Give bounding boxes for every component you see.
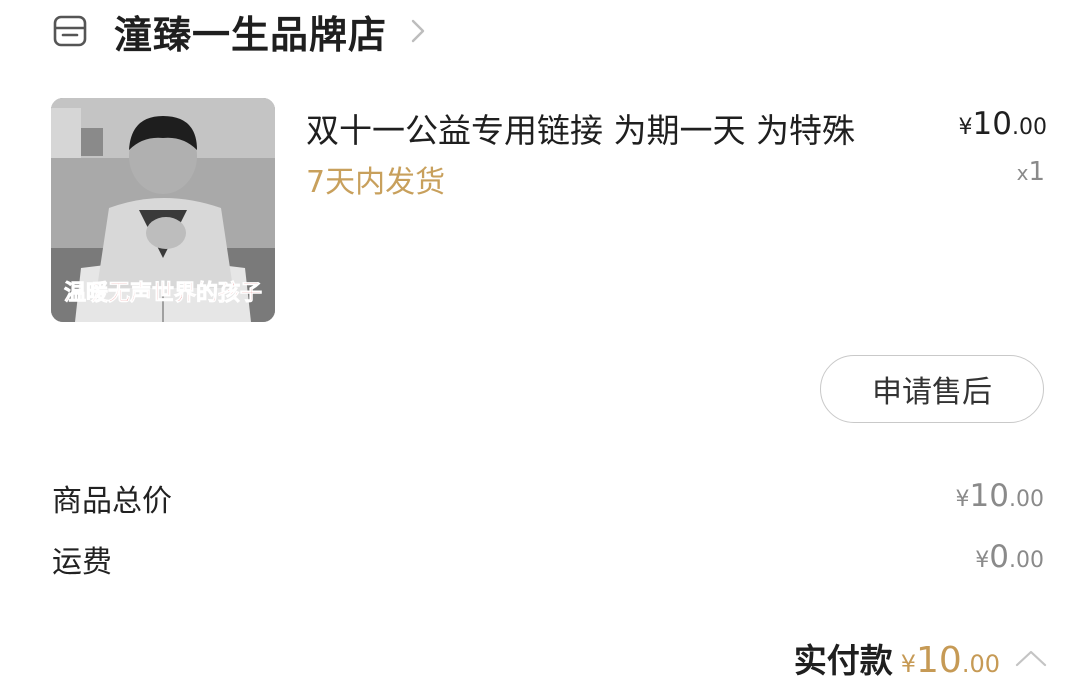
total-paid-row[interactable]: 实付款 ¥ 10 .00 [794,634,1048,682]
after-sale-button[interactable]: 申请售后 [820,355,1044,423]
product-price-decimal: .00 [1012,115,1047,140]
goods-total-label: 商品总价 [52,484,172,519]
goods-total-value: ¥10.00 [956,478,1044,514]
goods-total-currency: ¥ [955,487,970,512]
product-price-integer: 10 [972,106,1012,142]
product-qty-prefix: x [1016,161,1029,185]
product-image[interactable]: 温暖无声世界的孩子 [51,98,275,322]
total-paid-decimal: .00 [961,650,1000,678]
shipping-fee-decimal: .00 [1009,548,1044,573]
chevron-up-icon[interactable] [1014,647,1048,669]
total-paid-currency: ¥ [900,650,917,678]
store-icon [52,15,88,47]
store-header[interactable]: 潼臻一生品牌店 [52,0,427,62]
shipping-fee-label: 运费 [52,545,112,580]
chevron-right-icon[interactable] [409,16,427,46]
shipping-fee-value: ¥0.00 [975,539,1044,575]
product-quantity: x1 [1017,157,1045,187]
total-paid-integer: 10 [916,640,962,681]
goods-total-integer: 10 [969,478,1009,514]
total-paid-label: 实付款 [793,641,893,680]
product-image-caption: 温暖无声世界的孩子 [64,280,262,306]
product-qty-value: 1 [1028,157,1045,187]
shipping-fee-integer: 0 [989,539,1009,575]
shipping-fee-currency: ¥ [975,548,990,573]
product-price: ¥10.00 [959,106,1047,142]
product-title[interactable]: 双十一公益专用链接 为期一天 为特殊 [306,104,855,152]
store-name[interactable]: 潼臻一生品牌店 [114,4,387,59]
product-price-currency: ¥ [958,115,973,140]
product-shipping-note: 7天内发货 [306,165,446,200]
goods-total-decimal: .00 [1009,487,1044,512]
